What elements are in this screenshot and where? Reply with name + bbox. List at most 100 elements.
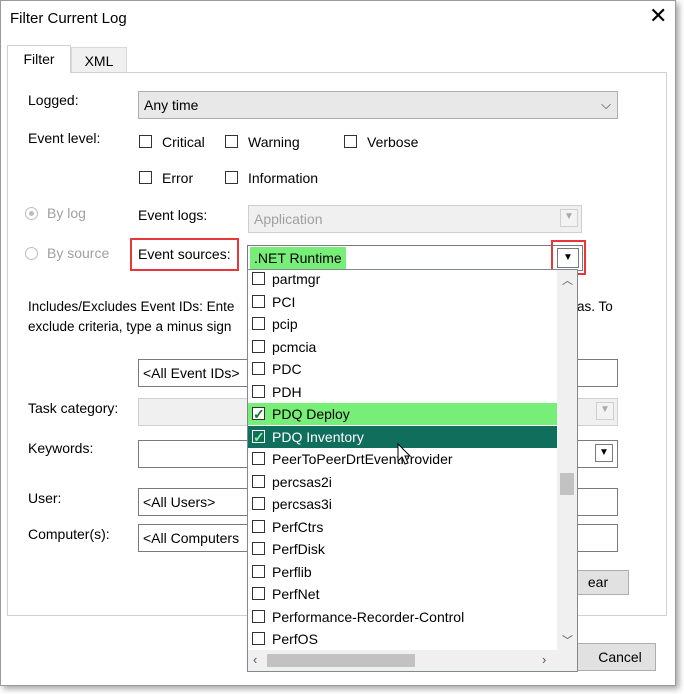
list-item[interactable]: pcmcia [248, 336, 557, 358]
list-item-label: partmgr [272, 271, 321, 287]
list-item[interactable]: PerfDisk [248, 538, 557, 560]
checkmark-icon: ✓ [253, 428, 265, 445]
exclude-text: exclude criteria, type a minus sign [28, 319, 232, 334]
warning-checkbox[interactable] [225, 135, 238, 148]
list-item[interactable]: PerfOS [248, 628, 557, 650]
verbose-label: Verbose [367, 134, 419, 150]
list-item-checkbox[interactable] [252, 632, 265, 645]
event-sources-label: Event sources: [138, 246, 231, 262]
list-item-label: PeerToPeerDrtEventProvider [272, 451, 453, 467]
information-label: Information [248, 170, 319, 186]
scrollbar-thumb[interactable] [560, 473, 574, 495]
user-value: <All Users> [143, 494, 216, 510]
list-item-checkbox[interactable] [252, 609, 265, 623]
chevron-right-icon[interactable]: › [542, 652, 546, 667]
keywords-label: Keywords: [28, 440, 94, 456]
logged-label: Logged: [28, 92, 79, 108]
includes-text: Includes/Excludes Event IDs: Ente [28, 299, 235, 314]
tab-xml[interactable]: XML [71, 47, 127, 73]
list-item-label: PDC [272, 361, 302, 377]
computer-value: <All Computers [143, 530, 240, 546]
warning-label: Warning [248, 134, 300, 150]
checkmark-icon: ✓ [253, 406, 265, 422]
vertical-scrollbar[interactable]: ︿ ﹀ [557, 270, 577, 650]
filter-dialog: Filter Current Log ✕ Filter XML Logged: … [0, 0, 676, 686]
chevron-up-icon[interactable]: ︿ [562, 272, 573, 288]
list-item[interactable]: percsas3i [248, 493, 557, 515]
tab-filter[interactable]: Filter [7, 45, 71, 73]
list-item[interactable]: PDC [248, 358, 557, 380]
by-source-label: By source [47, 245, 110, 261]
critical-checkbox[interactable] [139, 135, 152, 148]
error-label: Error [162, 170, 194, 186]
list-item-checkbox[interactable] [252, 384, 265, 398]
list-item-checkbox[interactable] [252, 339, 265, 353]
close-icon[interactable]: ✕ [649, 5, 667, 27]
list-item-checkbox[interactable] [252, 587, 265, 600]
list-item-label: PerfCtrs [272, 518, 324, 535]
list-item-label: PerfNet [272, 586, 320, 602]
list-item-checkbox[interactable] [252, 519, 265, 533]
list-item-checkbox[interactable] [252, 564, 265, 578]
logged-value: Any time [144, 97, 199, 113]
list-item-label: PCI [272, 293, 296, 310]
list-item[interactable]: Performance-Recorder-Control [248, 606, 557, 628]
chevron-down-icon: ⌵ [601, 97, 611, 112]
by-source-radio[interactable] [25, 247, 38, 260]
chevron-down-icon: ▼ [596, 402, 614, 420]
cancel-button-label: Cancel [598, 649, 642, 665]
chevron-left-icon[interactable]: ‹ [253, 652, 257, 667]
list-item[interactable]: pcip [248, 313, 557, 335]
list-item-label: PDQ Inventory [272, 428, 364, 445]
verbose-checkbox[interactable] [344, 135, 357, 148]
user-label: User: [28, 490, 62, 506]
list-item-checkbox[interactable] [252, 362, 265, 375]
list-item-checkbox[interactable] [252, 497, 265, 510]
list-item-label: Performance-Recorder-Control [272, 608, 465, 625]
dialog-title: Filter Current Log [10, 10, 127, 27]
list-item-checkbox[interactable] [252, 317, 265, 330]
critical-label: Critical [162, 134, 205, 150]
list-item-label: PerfOS [272, 631, 318, 647]
list-item-checkbox[interactable] [252, 294, 265, 308]
list-item-checkbox[interactable] [252, 452, 265, 465]
error-checkbox[interactable] [139, 171, 152, 184]
list-item-label: PDQ Deploy [272, 406, 350, 422]
list-item-checkbox[interactable] [252, 272, 265, 285]
list-item-checkbox[interactable]: ✓ [252, 429, 265, 445]
chevron-down-icon[interactable]: ﹀ [562, 632, 573, 648]
list-item-label: pcmcia [272, 338, 317, 355]
logged-select[interactable]: Any time ⌵ [138, 91, 618, 119]
task-category-label: Task category: [28, 400, 119, 416]
list-item-label: percsas2i [272, 473, 332, 490]
list-item[interactable]: percsas2i [248, 471, 557, 493]
by-log-label: By log [47, 205, 86, 221]
horizontal-scrollbar[interactable]: ‹ › [248, 650, 577, 671]
list-item-checkbox[interactable] [252, 474, 265, 488]
horizontal-scrollbar-thumb[interactable] [267, 654, 415, 667]
list-item[interactable]: partmgr [248, 270, 557, 290]
event-sources-value: .NET Runtime [250, 247, 346, 269]
list-item-checkbox[interactable]: ✓ [252, 406, 265, 422]
chevron-down-icon[interactable]: ▼ [557, 248, 579, 268]
by-log-radio[interactable] [25, 207, 38, 220]
list-item[interactable]: PDH [248, 381, 557, 403]
event-logs-select[interactable]: Application ▼ [248, 205, 582, 233]
event-ids-value: <All Event IDs> [143, 365, 240, 381]
list-item[interactable]: PerfCtrs [248, 516, 557, 538]
event-sources-select[interactable]: .NET Runtime [247, 245, 583, 271]
list-item-label: PDH [272, 383, 302, 400]
list-item-checkbox[interactable] [252, 542, 265, 555]
event-level-label: Event level: [28, 130, 101, 146]
list-item[interactable]: PerfNet [248, 583, 557, 605]
computer-label: Computer(s): [28, 526, 110, 542]
list-item[interactable]: PCI [248, 291, 557, 313]
event-sources-dropdown-list[interactable]: partmgr PCI pcip pcmcia PDC PDH ✓ PDQ Deploy ✓ PD… [247, 269, 578, 672]
list-item[interactable]: ✓ PDQ Deploy [248, 403, 557, 425]
information-checkbox[interactable] [225, 171, 238, 184]
list-item-label: PerfDisk [272, 541, 325, 557]
event-logs-value: Application [254, 211, 323, 227]
includes-text-end: as. To [577, 299, 613, 314]
chevron-down-icon: ▼ [560, 209, 578, 227]
list-item[interactable]: Perflib [248, 561, 557, 583]
